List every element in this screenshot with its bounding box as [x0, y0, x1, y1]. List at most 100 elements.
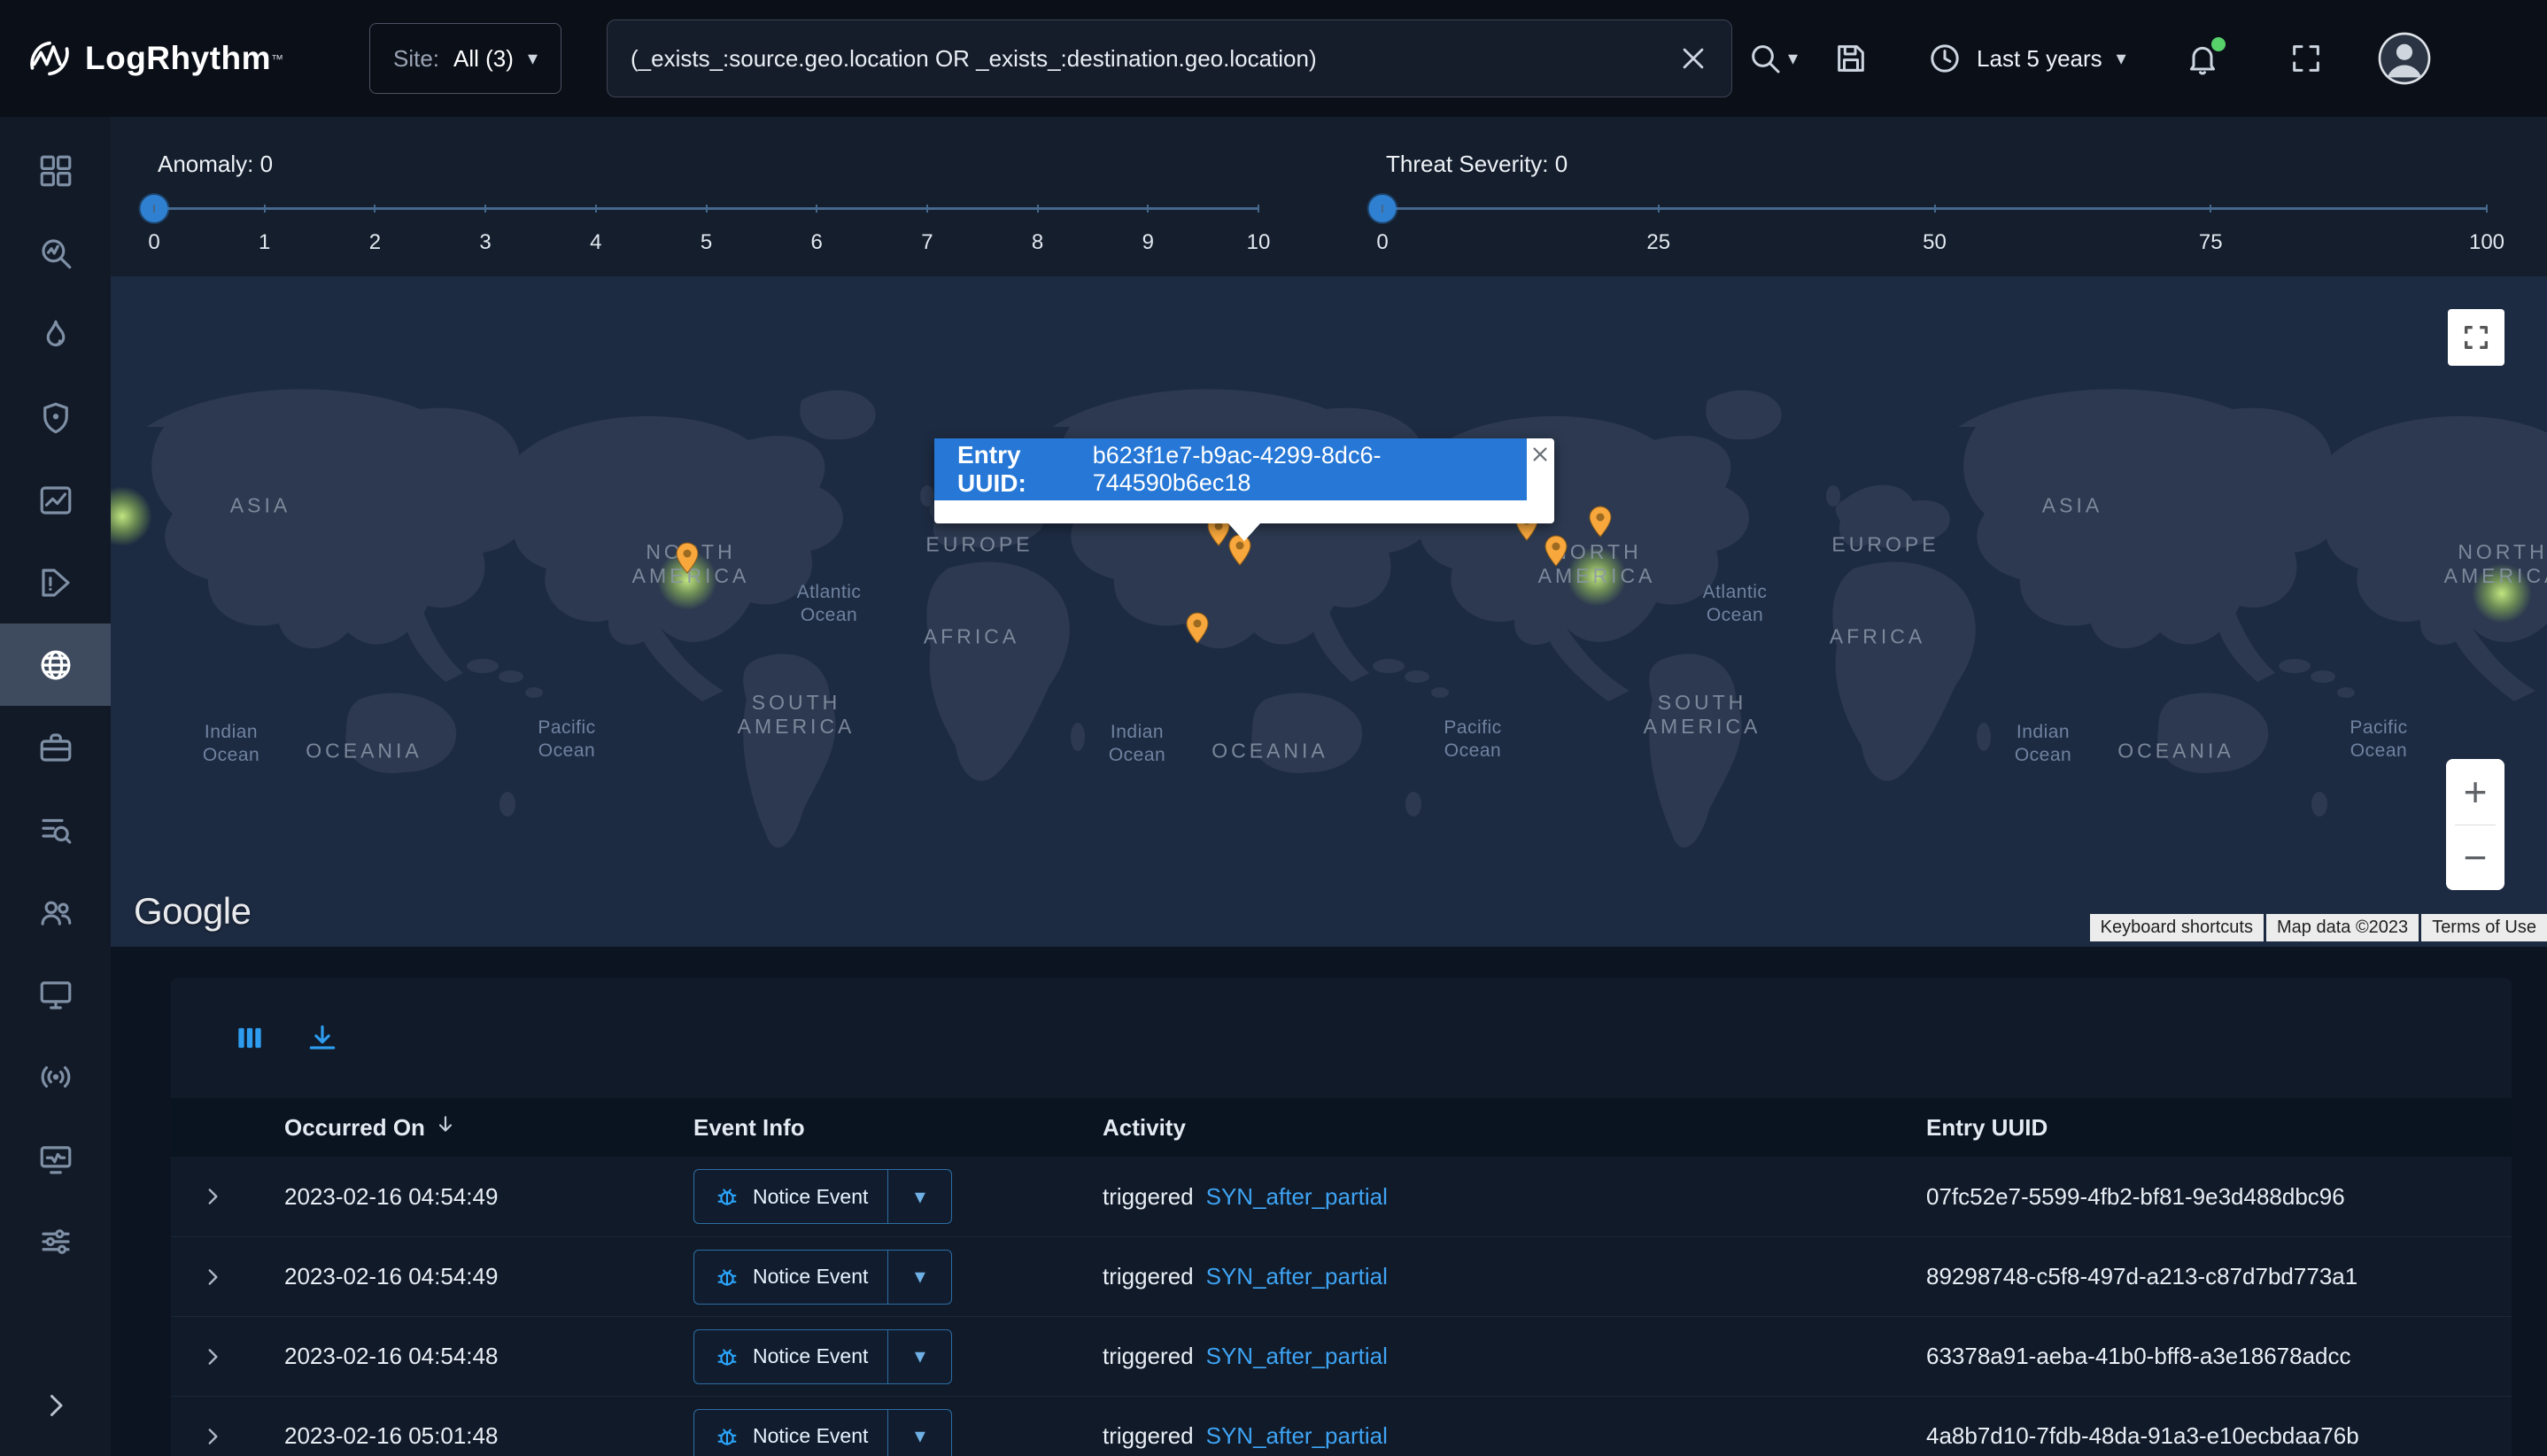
entry-uuid-cell: 89298748-c5f8-497d-a213-c87d7bd773a1: [1926, 1263, 2512, 1290]
user-avatar[interactable]: [2376, 30, 2433, 87]
slider-tick-label: 10: [1247, 230, 1271, 255]
slider-tick: [1934, 205, 1936, 213]
popup-close-icon[interactable]: [1529, 444, 1552, 467]
activity-verb: triggered: [1103, 1343, 1194, 1370]
occurred-on-cell: 2023-02-16 04:54:48: [284, 1343, 693, 1370]
slider-tick-label: 0: [148, 230, 159, 255]
sidebar-item-geo-globe[interactable]: [0, 623, 111, 706]
slider-tick-label: 6: [811, 230, 823, 255]
notice-event-button[interactable]: Notice Event▾: [693, 1329, 952, 1384]
notice-event-caret[interactable]: ▾: [887, 1330, 951, 1383]
table-header: Occurred On Event Info Activity Entry UU…: [171, 1098, 2512, 1157]
occurred-on-cell: 2023-02-16 04:54:49: [284, 1183, 693, 1211]
analyze-search-icon: [37, 235, 74, 272]
table-row: 2023-02-16 04:54:49 Notice Event▾ trigge…: [171, 1236, 2512, 1316]
sidebar-item-threat-flame[interactable]: [0, 294, 111, 376]
sidebar-item-alarm-tag[interactable]: [0, 541, 111, 623]
table-row: 2023-02-16 05:01:48 Notice Event▾ trigge…: [171, 1396, 2512, 1456]
clear-query-icon[interactable]: [1678, 43, 1708, 74]
column-entry-uuid[interactable]: Entry UUID: [1926, 1114, 2512, 1142]
search-caret-icon[interactable]: ▾: [1788, 49, 1798, 68]
slider-tick-label: 9: [1142, 230, 1154, 255]
slider-tick: [595, 205, 597, 213]
map-glow-marker[interactable]: [2472, 563, 2532, 623]
sidebar-item-network-radio[interactable]: [0, 1035, 111, 1118]
sort-desc-icon[interactable]: [434, 1113, 457, 1142]
search-actions: ▾: [1747, 41, 1798, 76]
map-fullscreen-button[interactable]: [2448, 309, 2504, 366]
site-selector[interactable]: Site: All (3) ▾: [369, 23, 561, 94]
notice-event-caret[interactable]: ▾: [887, 1170, 951, 1223]
row-expand-icon[interactable]: [201, 1266, 224, 1289]
sidebar-item-saved-searches[interactable]: [0, 788, 111, 871]
map-pin-icon[interactable]: [1544, 535, 1568, 567]
threat-severity-slider: Threat Severity: 0 0255075100: [1382, 117, 2487, 276]
activity-link[interactable]: SYN_after_partial: [1206, 1263, 1388, 1290]
sidebar-item-people[interactable]: [0, 871, 111, 953]
sidebar-item-shield[interactable]: [0, 376, 111, 459]
slider-tick: [1258, 205, 1259, 213]
terms-of-use-link[interactable]: Terms of Use: [2421, 914, 2547, 941]
map-glow-marker[interactable]: [1567, 546, 1627, 607]
sidebar-item-settings-sliders[interactable]: [0, 1200, 111, 1282]
slider-tick-label: 75: [2199, 230, 2223, 255]
map-pin-icon[interactable]: [1589, 506, 1612, 538]
notifications-button[interactable]: [2185, 41, 2220, 76]
slider-tick: [1147, 205, 1149, 213]
slider-tick-label: 5: [701, 230, 712, 255]
search-query-box: [607, 19, 1732, 97]
notice-event-button[interactable]: Notice Event▾: [693, 1409, 952, 1456]
column-activity[interactable]: Activity: [1103, 1114, 1926, 1142]
sidebar-item-case-briefcase[interactable]: [0, 706, 111, 788]
map-pin-icon[interactable]: [676, 542, 699, 574]
row-expand-icon[interactable]: [201, 1425, 224, 1448]
row-expand-icon[interactable]: [201, 1185, 224, 1208]
search-icon[interactable]: [1747, 41, 1783, 76]
slider-tick: [816, 205, 817, 213]
sidebar-item-endpoint-monitor[interactable]: [0, 953, 111, 1035]
activity-link[interactable]: SYN_after_partial: [1206, 1422, 1388, 1450]
chevron-down-icon: ▾: [528, 49, 538, 68]
notice-event-caret[interactable]: ▾: [887, 1251, 951, 1304]
notice-event-caret[interactable]: ▾: [887, 1410, 951, 1456]
logrhythm-logo: LogRhythm™: [27, 35, 327, 81]
people-icon: [37, 894, 74, 931]
anomaly-slider-track[interactable]: [154, 207, 1258, 210]
entry-uuid-cell: 63378a91-aeba-41b0-bff8-a3e18678adcc: [1926, 1343, 2512, 1370]
sidebar-item-dashboard[interactable]: [0, 129, 111, 212]
keyboard-shortcuts-link[interactable]: Keyboard shortcuts: [2090, 914, 2264, 941]
activity-link[interactable]: SYN_after_partial: [1206, 1183, 1388, 1211]
zoom-out-button[interactable]: −: [2446, 825, 2504, 891]
sidebar-expand-button[interactable]: [0, 1375, 111, 1437]
sidebar-item-reports-chart[interactable]: [0, 459, 111, 541]
download-icon[interactable]: [306, 1021, 339, 1055]
activity-verb: triggered: [1103, 1422, 1194, 1450]
slider-tick-label: 4: [590, 230, 601, 255]
column-event-info[interactable]: Event Info: [693, 1114, 1103, 1142]
sidebar-item-analyze-search[interactable]: [0, 212, 111, 294]
slider-tick: [926, 205, 928, 213]
activity-link[interactable]: SYN_after_partial: [1206, 1343, 1388, 1370]
map-data-label[interactable]: Map data ©2023: [2266, 914, 2419, 941]
search-query-input[interactable]: [631, 45, 1678, 73]
google-logo[interactable]: Google: [134, 890, 251, 933]
slider-tick-label: 3: [479, 230, 491, 255]
map-pin-icon[interactable]: [1186, 612, 1209, 644]
geo-map[interactable]: ASIANORTH AMERICAEUROPEAFRICASOUTH AMERI…: [111, 276, 2547, 947]
bug-icon: [714, 1264, 740, 1290]
slider-tick: [2210, 205, 2211, 213]
notice-event-button[interactable]: Notice Event▾: [693, 1169, 952, 1224]
zoom-in-button[interactable]: +: [2446, 759, 2504, 825]
save-search-icon[interactable]: [1833, 41, 1869, 76]
column-occurred-on[interactable]: Occurred On: [284, 1113, 693, 1142]
sidebar-item-deployment-monitor[interactable]: [0, 1118, 111, 1200]
app-fullscreen-icon[interactable]: [2288, 41, 2324, 76]
columns-icon[interactable]: [233, 1021, 267, 1055]
row-expand-icon[interactable]: [201, 1345, 224, 1368]
table-row: 2023-02-16 04:54:49 Notice Event▾ trigge…: [171, 1157, 2512, 1236]
events-table-area: Occurred On Event Info Activity Entry UU…: [111, 947, 2547, 1456]
threat-slider-track[interactable]: [1382, 207, 2487, 210]
notice-event-button[interactable]: Notice Event▾: [693, 1250, 952, 1305]
time-range-selector[interactable]: Last 5 years ▾: [1927, 41, 2126, 76]
threat-slider-label: Threat Severity: 0: [1386, 151, 1568, 178]
